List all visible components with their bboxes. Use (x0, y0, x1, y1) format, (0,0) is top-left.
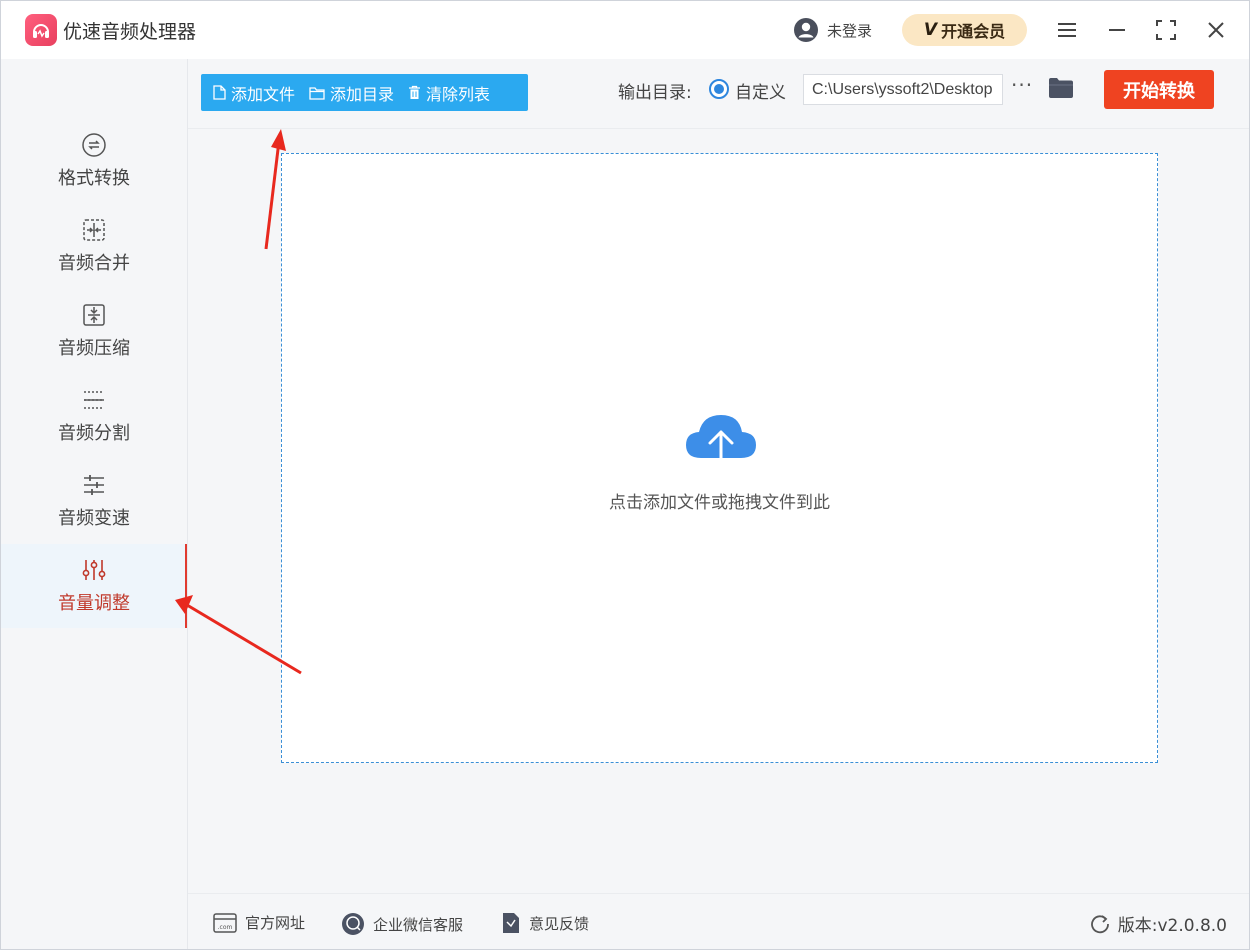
speed-icon (84, 475, 104, 495)
file-icon (213, 85, 226, 100)
file-actions-bar: 添加文件 添加目录 清除列表 (201, 74, 528, 111)
clear-list-label: 清除列表 (426, 84, 491, 104)
custom-output-radio[interactable] (709, 79, 729, 99)
more-options-button[interactable]: ··· (1011, 73, 1033, 97)
open-folder-icon[interactable] (1048, 77, 1074, 103)
sidebar-item-label: 格式转换 (58, 168, 130, 189)
app-window: 优速音频处理器 未登录 V 开通会员 格式转换 音频合并 音频压缩 音频分割 音… (0, 0, 1250, 950)
website-link[interactable]: .com 官方网址 (213, 912, 305, 933)
maximize-icon[interactable] (1151, 15, 1181, 45)
user-icon (794, 18, 818, 42)
start-convert-button[interactable]: 开始转换 (1104, 70, 1214, 109)
svg-text:.com: .com (218, 924, 233, 931)
output-path-field[interactable] (803, 74, 1003, 105)
wechat-label: 企业微信客服 (373, 915, 464, 934)
vip-label: 开通会员 (941, 22, 1006, 41)
sidebar-item-label: 音量调整 (58, 593, 130, 614)
compress-icon (83, 304, 105, 326)
feedback-icon (503, 913, 519, 933)
add-file-label: 添加文件 (231, 84, 296, 104)
app-title: 优速音频处理器 (63, 21, 197, 43)
vip-badge-icon: V (923, 20, 938, 40)
merge-icon (83, 219, 105, 241)
format-convert-icon (82, 133, 106, 157)
website-label: 官方网址 (245, 914, 306, 932)
sidebar-item-label: 音频合并 (58, 253, 130, 274)
website-icon: .com (213, 912, 237, 933)
title-bar: 优速音频处理器 未登录 V 开通会员 (1, 1, 1249, 59)
sidebar-item-label: 音频变速 (58, 508, 130, 529)
vip-button[interactable]: V 开通会员 (902, 14, 1027, 46)
feedback-label: 意见反馈 (529, 914, 590, 933)
app-logo-icon (25, 14, 57, 46)
active-indicator (185, 544, 187, 628)
sidebar-item-split[interactable]: 音频分割 (1, 374, 187, 458)
drop-hint: 点击添加文件或拖拽文件到此 (609, 493, 830, 513)
login-button[interactable]: 未登录 (793, 17, 872, 43)
cloud-upload-icon (686, 415, 756, 478)
login-status: 未登录 (827, 21, 873, 40)
sidebar: 格式转换 音频合并 音频压缩 音频分割 音频变速 音量调整 (1, 59, 188, 949)
split-icon (84, 391, 104, 409)
refresh-icon[interactable] (1090, 914, 1110, 934)
menu-icon[interactable] (1052, 15, 1082, 45)
sidebar-item-volume-adjust[interactable]: 音量调整 (1, 544, 187, 628)
add-folder-label: 添加目录 (330, 84, 395, 104)
file-drop-zone[interactable]: 点击添加文件或拖拽文件到此 (281, 153, 1158, 763)
volume-adjust-icon (82, 560, 106, 580)
custom-output-label[interactable]: 自定义 (735, 78, 786, 103)
sidebar-item-format-convert[interactable]: 格式转换 (1, 119, 187, 203)
wechat-support-link[interactable]: 企业微信客服 (341, 912, 463, 936)
sidebar-item-compress[interactable]: 音频压缩 (1, 289, 187, 373)
trash-icon (409, 85, 421, 99)
folder-outline-icon (309, 86, 325, 100)
add-file-button[interactable]: 添加文件 (213, 81, 295, 105)
version-label: 版本:v2.0.8.0 (1117, 916, 1227, 936)
radio-selected-dot (714, 84, 724, 94)
sidebar-item-label: 音频压缩 (58, 338, 130, 359)
version-info: 版本:v2.0.8.0 (1090, 911, 1227, 936)
add-folder-button[interactable]: 添加目录 (309, 81, 394, 105)
clear-list-button[interactable]: 清除列表 (408, 81, 490, 105)
minimize-icon[interactable] (1102, 15, 1132, 45)
sidebar-item-label: 音频分割 (58, 423, 130, 444)
toolbar: 添加文件 添加目录 清除列表 输出目录: 自定义 ··· (188, 59, 1249, 129)
sidebar-item-speed[interactable]: 音频变速 (1, 459, 187, 543)
wechat-icon (342, 913, 364, 935)
feedback-link[interactable]: 意见反馈 (501, 912, 589, 934)
footer: .com 官方网址 企业微信客服 意见反馈 版本:v2.0.8.0 (188, 893, 1249, 949)
output-dir-label: 输出目录: (618, 83, 692, 103)
close-icon[interactable] (1201, 15, 1231, 45)
sidebar-item-merge[interactable]: 音频合并 (1, 204, 187, 288)
